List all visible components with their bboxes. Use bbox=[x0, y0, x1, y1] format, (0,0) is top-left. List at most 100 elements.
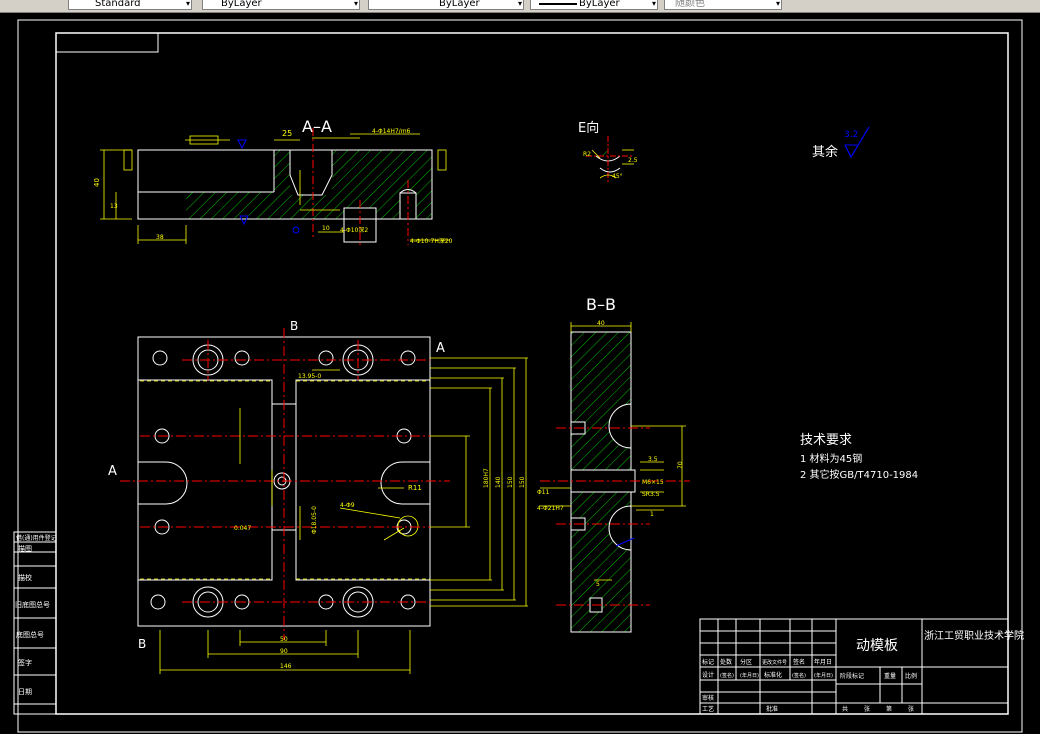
layer-dropdown[interactable]: ByLayer ▾ bbox=[202, 0, 360, 10]
sheet-border bbox=[17, 19, 1023, 733]
plan-mark-a-left: A bbox=[108, 464, 117, 479]
lineweight-dropdown[interactable]: ByLayer ▾ bbox=[530, 0, 658, 10]
bb-dim-top: 40 bbox=[597, 320, 605, 327]
title-block: 动模板 浙江工贸职业技术学院 标记 处数 分区 更改文件号 签名 年月日 设计 … bbox=[699, 618, 1024, 715]
plan-note-top: 13.95-0 bbox=[298, 373, 321, 380]
section-bb-title: B–B bbox=[586, 295, 616, 314]
aa-dim-40: 40 bbox=[93, 178, 101, 187]
aa-note-b: 4-Φ10深2 bbox=[340, 226, 368, 234]
left-strip-label: 日期 bbox=[18, 688, 32, 696]
title-sheet-label: 张 bbox=[864, 705, 870, 713]
title-header-cell: 签名 bbox=[793, 658, 805, 666]
plan-dim-50: 50 bbox=[280, 636, 288, 643]
title-row-label: 工艺 bbox=[702, 705, 714, 713]
title-header-cell: 年月日 bbox=[814, 658, 832, 666]
title-sig-cell: 标准化 bbox=[764, 671, 782, 679]
datum-triangle-icon bbox=[237, 139, 247, 150]
title-sig-cell: (年月日) bbox=[814, 672, 833, 679]
bb-note-left: 4-Φ21H7 bbox=[537, 505, 564, 512]
title-header-cell: 分区 bbox=[740, 658, 752, 666]
text-style-dropdown[interactable]: Standard ▾ bbox=[68, 0, 192, 10]
title-sheet-label: 张 bbox=[908, 705, 914, 713]
e-dim-r: R2 bbox=[583, 151, 591, 158]
tech-req-title: 技术要求 bbox=[800, 433, 852, 448]
title-row-label: 审核 bbox=[702, 694, 714, 702]
drawing-canvas[interactable]: 借(通)用件登记 描图 描校 旧底图总号 底图总号 签字 日期 A–A 40 1… bbox=[0, 12, 1040, 734]
title-stage-label: 阶段标记 bbox=[840, 672, 864, 680]
plan-dim-vert: 150 bbox=[519, 476, 526, 488]
title-stage-label: 比例 bbox=[905, 672, 917, 680]
bb-note-s: SR3.5 bbox=[642, 491, 660, 498]
left-strip-label: 描图 bbox=[18, 544, 32, 553]
section-aa-title: A–A bbox=[302, 117, 332, 136]
plotstyle-value: 随颜色 bbox=[675, 0, 705, 9]
layer-value: ByLayer bbox=[221, 0, 262, 9]
left-strip-label: 底图总号 bbox=[16, 630, 44, 639]
aa-dim-38: 38 bbox=[156, 234, 164, 241]
bb-note-m: M6×15 bbox=[642, 479, 664, 486]
left-strip-label: 签字 bbox=[18, 658, 32, 667]
school-name: 浙江工贸职业技术学院 bbox=[924, 629, 1024, 642]
plan-mark-b-bottom: B bbox=[138, 637, 146, 651]
datum-circle-icon bbox=[292, 226, 300, 234]
roughness-value: 3.2 bbox=[844, 130, 858, 140]
aa-dim-10: 10 bbox=[322, 225, 330, 232]
section-bb-view: B–B 40 70 3.5 1 5 4-Φ21H7 Φ11 M6×15 SR3.… bbox=[537, 295, 690, 633]
chevron-down-icon: ▾ bbox=[185, 0, 190, 8]
part-name: 动模板 bbox=[856, 638, 898, 654]
surface-roughness-note: 其余 3.2 bbox=[812, 126, 870, 160]
aa-note-hole2: 4-Φ10-7H深20 bbox=[410, 237, 453, 245]
e-dim-ang: 45° bbox=[612, 173, 623, 180]
plotstyle-dropdown[interactable]: 随颜色 ▾ bbox=[664, 0, 782, 10]
technical-requirements: 技术要求 1 材料为45钢 2 其它按GB/T4710-1984 bbox=[800, 433, 918, 481]
plan-mark-a-right: A bbox=[436, 341, 445, 356]
bb-dim-35: 3.5 bbox=[648, 456, 658, 463]
plan-note-phi: 4-Φ9 bbox=[340, 502, 355, 509]
plan-dim-146: 146 bbox=[280, 663, 292, 670]
title-sig-cell: (年月日) bbox=[740, 672, 759, 679]
left-strip-label: 借(通)用件登记 bbox=[16, 534, 57, 542]
plan-dim-vert: 180H7 bbox=[483, 468, 490, 488]
aa-dim-13: 13 bbox=[110, 203, 118, 210]
section-aa-view: A–A 40 13 38 25 10 4-Φ14H7/m6 4-Φ10深2 4-… bbox=[93, 117, 453, 248]
aa-note-hole: 4-Φ14H7/m6 bbox=[372, 128, 411, 135]
tech-req-item: 1 材料为45钢 bbox=[800, 452, 862, 465]
left-strip-label: 旧底图总号 bbox=[15, 600, 50, 609]
bb-dim-70: 70 bbox=[677, 461, 684, 469]
title-sheet-label: 共 bbox=[842, 705, 848, 713]
chevron-down-icon: ▾ bbox=[775, 0, 780, 8]
tech-req-item: 2 其它按GB/T4710-1984 bbox=[800, 468, 918, 481]
plan-note-side: Φ18.05-0 bbox=[311, 506, 318, 534]
detail-e-view: E向 R2 2.5 45° bbox=[578, 120, 638, 184]
title-header-cell: 更改文件号 bbox=[762, 659, 787, 666]
title-header-cell: 标记 bbox=[702, 658, 714, 666]
chevron-down-icon: ▾ bbox=[353, 0, 358, 8]
plan-dim-90: 90 bbox=[280, 648, 288, 655]
title-approve: 批准 bbox=[766, 705, 778, 713]
plan-note-r: R11 bbox=[408, 484, 422, 492]
linetype-dropdown[interactable]: ByLayer ▾ bbox=[368, 0, 524, 10]
plan-mark-b-top: B bbox=[290, 319, 298, 333]
lineweight-swatch bbox=[539, 3, 577, 5]
title-sig-cell: (签名) bbox=[792, 672, 806, 679]
title-sheet-label: 第 bbox=[886, 705, 892, 713]
chevron-down-icon: ▾ bbox=[651, 0, 656, 8]
bb-note-phi: Φ11 bbox=[537, 489, 550, 496]
plan-view: A A B B 146 90 50 180H7 140 150 150 R11 … bbox=[108, 319, 528, 674]
title-row-label: 设计 bbox=[702, 671, 714, 679]
linetype-value: ByLayer bbox=[439, 0, 480, 9]
bb-dim-5: 5 bbox=[596, 581, 600, 588]
plan-dim-vert: 140 bbox=[495, 476, 502, 488]
e-view-title: E向 bbox=[578, 120, 599, 136]
bb-dim-1: 1 bbox=[650, 511, 654, 518]
plan-dim-vert: 150 bbox=[507, 476, 514, 488]
chevron-down-icon: ▾ bbox=[517, 0, 522, 8]
surface-label: 其余 bbox=[812, 144, 838, 160]
plan-note-left: 0.047 bbox=[234, 525, 251, 532]
aa-dim-25: 25 bbox=[282, 129, 292, 138]
title-sig-cell: (签名) bbox=[720, 672, 734, 679]
e-dim-2: 2.5 bbox=[628, 157, 638, 164]
title-stage-label: 重量 bbox=[884, 672, 896, 680]
left-strip-table: 借(通)用件登记 描图 描校 旧底图总号 底图总号 签字 日期 bbox=[13, 531, 57, 715]
title-header-cell: 处数 bbox=[720, 658, 732, 666]
